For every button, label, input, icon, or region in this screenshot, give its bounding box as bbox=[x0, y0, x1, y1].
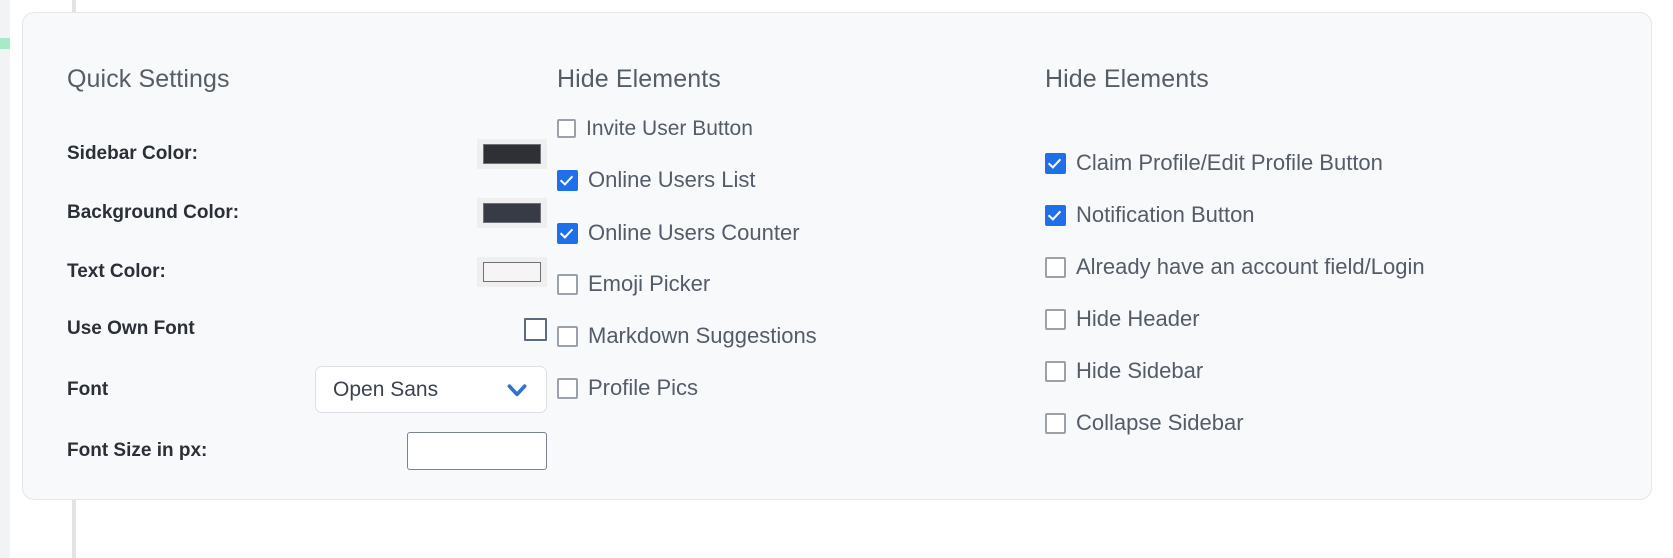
label-invite-user-button: Invite User Button bbox=[586, 117, 753, 140]
checkbox-row-emoji-picker[interactable]: Emoji Picker bbox=[557, 273, 710, 295]
text-color-input[interactable] bbox=[477, 257, 547, 287]
sidebar-color-swatch-fill bbox=[483, 144, 541, 164]
checkbox-row-hide-header[interactable]: Hide Header bbox=[1045, 308, 1200, 330]
checkbox-hide-header[interactable] bbox=[1045, 308, 1066, 330]
checkbox-row-notification-button[interactable]: Notification Button bbox=[1045, 204, 1255, 226]
label-online-users-counter: Online Users Counter bbox=[588, 220, 800, 245]
left-accent-marker bbox=[0, 38, 10, 49]
row-font: Font Open Sans bbox=[67, 366, 547, 413]
checkbox-row-already-have-account[interactable]: Already have an account field/Login bbox=[1045, 256, 1425, 278]
hide-elements-mid-heading: Hide Elements bbox=[557, 65, 721, 93]
label-already-have-account: Already have an account field/Login bbox=[1076, 254, 1425, 279]
page-left-gutter bbox=[0, 0, 10, 558]
checkbox-invite-user-button[interactable] bbox=[557, 119, 576, 138]
label-markdown-suggestions: Markdown Suggestions bbox=[588, 323, 817, 348]
checkbox-emoji-picker[interactable] bbox=[557, 273, 578, 295]
font-size-input[interactable] bbox=[407, 432, 547, 470]
checkbox-already-have-account[interactable] bbox=[1045, 256, 1066, 278]
row-use-own-font: Use Own Font bbox=[67, 312, 547, 346]
checkbox-row-markdown-suggestions[interactable]: Markdown Suggestions bbox=[557, 325, 817, 347]
checkbox-row-profile-pics[interactable]: Profile Pics bbox=[557, 377, 698, 399]
label-emoji-picker: Emoji Picker bbox=[588, 271, 711, 296]
checkbox-collapse-sidebar[interactable] bbox=[1045, 412, 1066, 434]
label-collapse-sidebar: Collapse Sidebar bbox=[1076, 410, 1244, 435]
checkbox-row-claim-profile-button[interactable]: Claim Profile/Edit Profile Button bbox=[1045, 152, 1383, 174]
text-color-label: Text Color: bbox=[67, 261, 166, 282]
label-claim-profile-button: Claim Profile/Edit Profile Button bbox=[1076, 150, 1383, 175]
checkbox-claim-profile-button[interactable] bbox=[1045, 152, 1066, 174]
checkbox-row-hide-sidebar[interactable]: Hide Sidebar bbox=[1045, 360, 1203, 382]
background-color-swatch-fill bbox=[483, 203, 541, 223]
background-color-input[interactable] bbox=[477, 198, 547, 228]
font-select-value: Open Sans bbox=[333, 377, 439, 401]
row-font-size: Font Size in px: bbox=[67, 432, 547, 470]
label-notification-button: Notification Button bbox=[1076, 202, 1255, 227]
chevron-down-icon bbox=[507, 383, 527, 396]
label-online-users-list: Online Users List bbox=[588, 167, 756, 192]
font-label: Font bbox=[67, 378, 109, 400]
text-color-swatch-fill bbox=[483, 262, 541, 282]
checkbox-markdown-suggestions[interactable] bbox=[557, 325, 578, 347]
settings-columns: Quick Settings Sidebar Color: Background… bbox=[23, 13, 1651, 499]
label-hide-sidebar: Hide Sidebar bbox=[1076, 358, 1204, 383]
checkbox-hide-sidebar[interactable] bbox=[1045, 360, 1066, 382]
row-sidebar-color: Sidebar Color: bbox=[67, 137, 547, 171]
font-select[interactable]: Open Sans bbox=[315, 366, 547, 413]
checkbox-row-invite-user-button[interactable]: Invite User Button bbox=[557, 118, 753, 139]
sidebar-color-label: Sidebar Color: bbox=[67, 143, 198, 164]
checkbox-online-users-list[interactable] bbox=[557, 169, 578, 191]
quick-settings-panel: Quick Settings Sidebar Color: Background… bbox=[22, 12, 1652, 500]
checkbox-row-collapse-sidebar[interactable]: Collapse Sidebar bbox=[1045, 412, 1244, 434]
font-size-label: Font Size in px: bbox=[67, 440, 208, 461]
checkbox-online-users-counter[interactable] bbox=[557, 222, 578, 244]
label-profile-pics: Profile Pics bbox=[588, 375, 699, 400]
use-own-font-label: Use Own Font bbox=[67, 318, 195, 339]
row-text-color: Text Color: bbox=[67, 255, 547, 289]
label-hide-header: Hide Header bbox=[1076, 306, 1200, 331]
use-own-font-checkbox[interactable] bbox=[524, 317, 547, 341]
checkbox-profile-pics[interactable] bbox=[557, 377, 578, 399]
checkbox-row-online-users-counter[interactable]: Online Users Counter bbox=[557, 222, 800, 244]
checkbox-row-online-users-list[interactable]: Online Users List bbox=[557, 169, 756, 191]
hide-elements-right-heading: Hide Elements bbox=[1045, 65, 1209, 93]
sidebar-color-input[interactable] bbox=[477, 139, 547, 169]
background-color-label: Background Color: bbox=[67, 202, 240, 223]
row-background-color: Background Color: bbox=[67, 196, 547, 230]
checkbox-notification-button[interactable] bbox=[1045, 204, 1066, 226]
quick-settings-heading: Quick Settings bbox=[67, 65, 230, 93]
